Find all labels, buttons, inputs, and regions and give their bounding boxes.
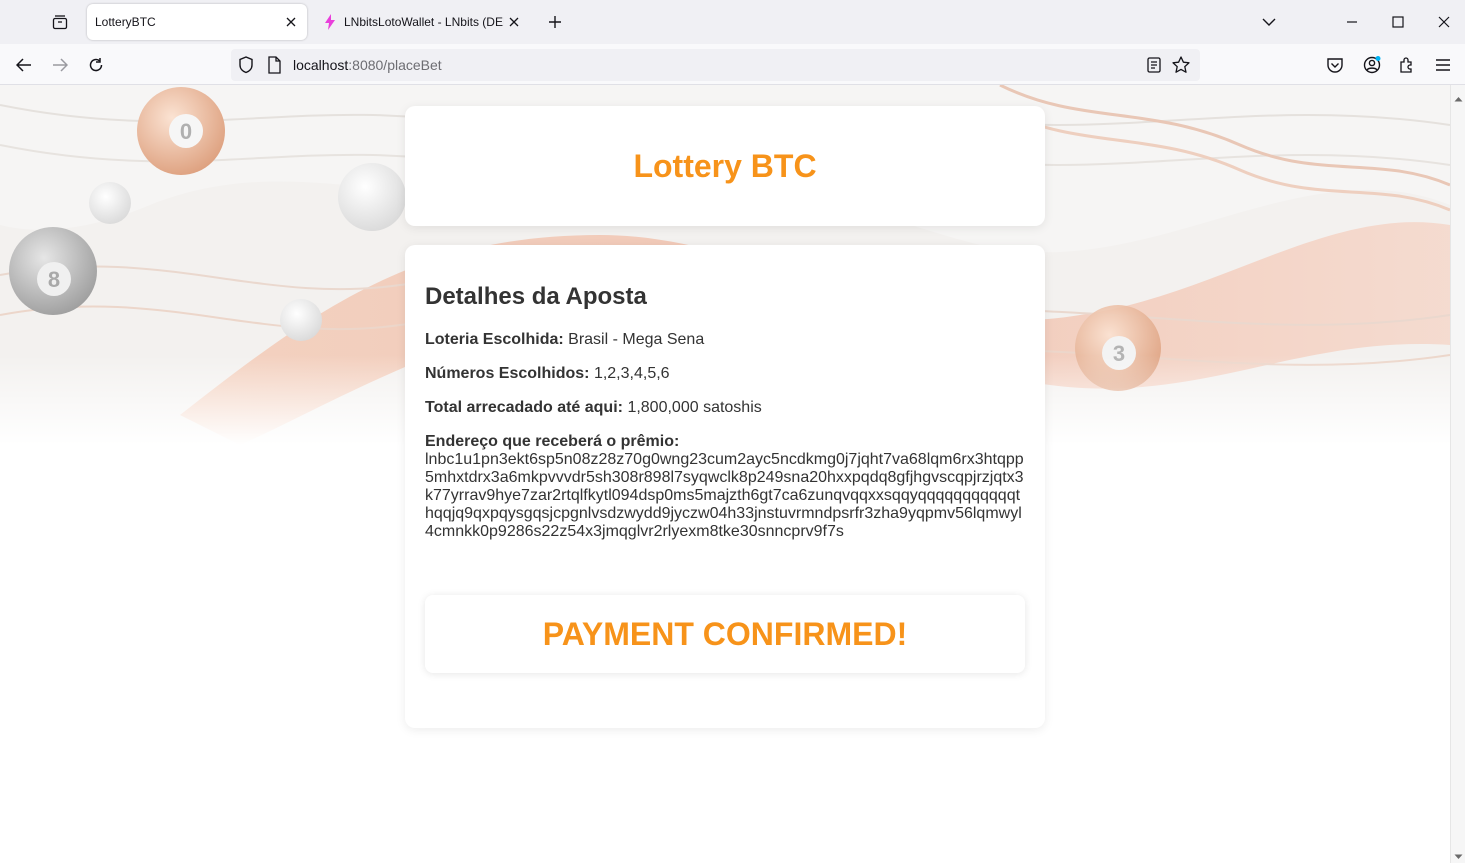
address-value: lnbc1u1pn3ekt6sp5n08z28z70g0wng23cum2ayc… xyxy=(425,451,1024,540)
total-label: Total arrecadado até aqui: xyxy=(425,399,623,416)
details-title: Detalhes da Aposta xyxy=(425,283,647,310)
payment-status: PAYMENT CONFIRMED! xyxy=(542,615,908,652)
close-window-icon[interactable] xyxy=(1428,6,1460,38)
numbers-value: 1,2,3,4,5,6 xyxy=(593,365,670,382)
tab-lnbits-wallet[interactable]: LNbitsLotoWallet - LNbits (DEM xyxy=(316,4,530,40)
page-content: 0 8 3 Lottery BTC Detalhes da Aposta Lot… xyxy=(0,85,1450,863)
close-tab-icon[interactable] xyxy=(504,12,524,32)
total-row: Total arrecadado até aqui: 1,800,000 sat… xyxy=(425,399,1025,417)
back-arrow-icon[interactable] xyxy=(9,50,39,80)
bet-details-card: Detalhes da Aposta Loteria Escolhida: Br… xyxy=(405,245,1045,728)
navigation-bar: localhost:8080/placeBet xyxy=(0,44,1465,85)
scroll-down-arrow-icon[interactable] xyxy=(1454,847,1463,863)
reload-icon[interactable] xyxy=(81,50,111,80)
lottery-row: Loteria Escolhida: Brasil - Mega Sena xyxy=(425,331,1025,349)
numbers-row: Números Escolhidos: 1,2,3,4,5,6 xyxy=(425,365,1025,383)
tab-title: LotteryBTC xyxy=(95,15,156,29)
menu-hamburger-icon[interactable] xyxy=(1428,50,1458,80)
url-host: localhost xyxy=(293,57,349,73)
tab-list-chevron-icon[interactable] xyxy=(1253,6,1285,38)
forward-arrow-icon[interactable] xyxy=(45,50,75,80)
lottery-label: Loteria Escolhida: xyxy=(425,331,564,348)
tab-strip: LotteryBTC LNbitsLotoWallet - LNbits (DE… xyxy=(0,0,1465,44)
url-bar[interactable]: localhost:8080/placeBet xyxy=(231,49,1200,81)
close-tab-icon[interactable] xyxy=(281,12,301,32)
scroll-up-arrow-icon[interactable] xyxy=(1454,89,1463,107)
header-card: Lottery BTC xyxy=(405,106,1045,226)
numbers-label: Números Escolhidos: xyxy=(425,365,590,382)
total-value: 1,800,000 satoshis xyxy=(627,399,762,416)
bookmark-star-icon[interactable] xyxy=(1171,55,1191,80)
address-label-row: Endereço que receberá o prêmio: xyxy=(425,433,1025,451)
payment-status-box: PAYMENT CONFIRMED! xyxy=(425,595,1025,673)
page-icon[interactable] xyxy=(266,55,282,80)
account-icon[interactable] xyxy=(1357,50,1387,80)
site-title: Lottery BTC xyxy=(633,147,817,184)
extensions-icon[interactable] xyxy=(1392,50,1422,80)
lottery-value: Brasil - Mega Sena xyxy=(568,331,705,348)
pocket-icon[interactable] xyxy=(1320,50,1350,80)
tab-title: LNbitsLotoWallet - LNbits (DEM xyxy=(344,15,504,29)
shield-icon[interactable] xyxy=(237,55,255,80)
vertical-scrollbar[interactable] xyxy=(1450,85,1465,863)
url-text[interactable]: localhost:8080/placeBet xyxy=(293,57,442,73)
reader-view-icon[interactable] xyxy=(1145,55,1163,80)
new-tab-icon[interactable] xyxy=(542,8,568,36)
lightning-bolt-icon xyxy=(324,14,336,30)
tab-overview-icon[interactable] xyxy=(46,8,74,36)
minimize-icon[interactable] xyxy=(1336,6,1368,38)
url-path: :8080/placeBet xyxy=(348,57,442,73)
tab-lotterybtc[interactable]: LotteryBTC xyxy=(87,4,307,40)
address-label: Endereço que receberá o prêmio: xyxy=(425,433,680,450)
maximize-icon[interactable] xyxy=(1382,6,1414,38)
